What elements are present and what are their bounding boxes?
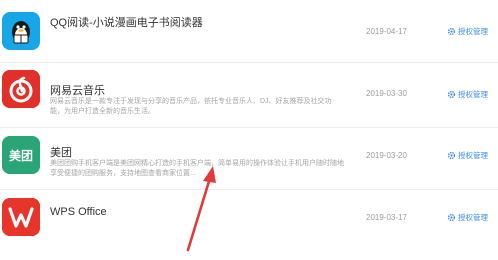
manage-authorization-link[interactable]: 授权管理 (447, 89, 488, 100)
meituan-icon: 美团 (2, 136, 40, 174)
manage-authorization-label: 授权管理 (458, 151, 488, 160)
wps-office-icon (2, 198, 40, 236)
svg-text:美团: 美团 (9, 148, 33, 163)
app-name: 美团 (50, 147, 72, 159)
authorized-apps-list: QQ阅读-小说漫画电子书阅读器 2019-04-17 授权管理 网易云音乐 网易… (0, 0, 498, 260)
app-name: 网易云音乐 (50, 85, 105, 97)
manage-authorization-link[interactable]: 授权管理 (447, 212, 488, 223)
manage-authorization-label: 授权管理 (458, 213, 488, 222)
manage-authorization-label: 授权管理 (458, 90, 488, 99)
gear-icon (447, 90, 456, 99)
app-name: QQ阅读-小说漫画电子书阅读器 (50, 17, 203, 29)
gear-icon (447, 151, 456, 160)
list-item: 美团 美团 美团团购手机客户端是美团网精心打造的手机客户端，简单易用的操作体验让… (0, 127, 498, 190)
gear-icon (447, 213, 456, 222)
authorized-date: 2019-03-20 (366, 151, 407, 160)
authorized-date: 2019-03-17 (366, 213, 407, 222)
authorized-date: 2019-04-17 (366, 27, 407, 36)
gear-icon (447, 27, 456, 36)
app-name: WPS Office (50, 206, 107, 218)
netease-music-icon (2, 70, 40, 108)
authorized-date: 2019-03-30 (366, 89, 407, 98)
manage-authorization-link[interactable]: 授权管理 (447, 150, 488, 161)
manage-authorization-label: 授权管理 (458, 27, 488, 36)
app-description: 美团团购手机客户端是美团网精心打造的手机客户端，简单易用的操作体验让手机用户随时… (50, 160, 344, 177)
list-item: QQ阅读-小说漫画电子书阅读器 2019-04-17 授权管理 (0, 0, 498, 63)
app-description: 网易云音乐是一款专注于发现与分享的音乐产品，依托专业音乐人、DJ、好友推荐及社交… (50, 98, 332, 115)
list-item: 网易云音乐 网易云音乐是一款专注于发现与分享的音乐产品，依托专业音乐人、DJ、好… (0, 62, 498, 128)
list-item: WPS Office 2019-03-17 授权管理 (0, 189, 498, 260)
manage-authorization-link[interactable]: 授权管理 (447, 26, 488, 37)
qq-reader-penguin-icon (2, 12, 40, 50)
